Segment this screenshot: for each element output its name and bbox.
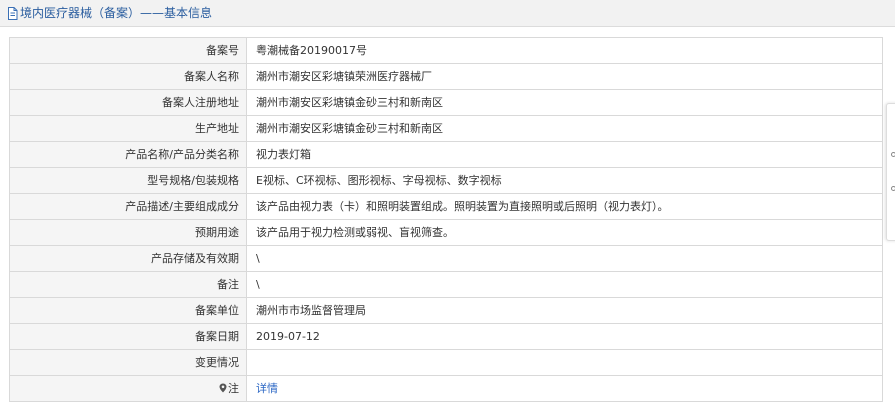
table-row-note: 注 详情: [9, 375, 883, 402]
row-label: 备注: [9, 271, 247, 298]
document-icon: [8, 6, 18, 20]
row-value: 潮州市潮安区彩塘镇金砂三村和新南区: [246, 89, 883, 116]
row-label: 备案号: [9, 37, 247, 64]
row-label: 变更情况: [9, 349, 247, 376]
row-value: E视标、C环视标、图形视标、字母视标、数字视标: [246, 167, 883, 194]
page-title: 境内医疗器械（备案）——基本信息: [20, 6, 213, 20]
details-link[interactable]: 详情: [256, 382, 278, 395]
row-label: 产品名称/产品分类名称: [9, 141, 247, 168]
table-row: 备案单位 潮州市市场监督管理局: [9, 297, 883, 324]
row-label: 备案人注册地址: [9, 89, 247, 116]
row-label: 备案人名称: [9, 63, 247, 90]
record-info-table: 备案号 粤潮械备20190017号 备案人名称 潮州市潮安区彩塘镇荣洲医疗器械厂…: [9, 37, 883, 402]
row-value: 视力表灯箱: [246, 141, 883, 168]
row-value: \: [246, 271, 883, 298]
row-value: 2019-07-12: [246, 323, 883, 350]
side-panel-icon: [891, 186, 895, 191]
table-row: 变更情况: [9, 349, 883, 376]
table-row: 产品存储及有效期 \: [9, 245, 883, 272]
table-row: 型号规格/包装规格 E视标、C环视标、图形视标、字母视标、数字视标: [9, 167, 883, 194]
note-label-cell: 注: [9, 375, 247, 402]
table-row: 备案日期 2019-07-12: [9, 323, 883, 350]
table-row: 生产地址 潮州市潮安区彩塘镇金砂三村和新南区: [9, 115, 883, 142]
side-panel-icon: [891, 152, 895, 157]
note-value-cell: 详情: [246, 375, 883, 402]
row-value: [246, 349, 883, 376]
row-label: 型号规格/包装规格: [9, 167, 247, 194]
table-row: 预期用途 该产品用于视力检测或弱视、盲视筛查。: [9, 219, 883, 246]
row-value: 潮州市潮安区彩塘镇荣洲医疗器械厂: [246, 63, 883, 90]
row-value: 该产品由视力表（卡）和照明装置组成。照明装置为直接照明或后照明（视力表灯）。: [246, 193, 883, 220]
note-label: 注: [228, 382, 239, 395]
row-value: 潮州市市场监督管理局: [246, 297, 883, 324]
table-row: 产品名称/产品分类名称 视力表灯箱: [9, 141, 883, 168]
side-float-panel[interactable]: [886, 103, 895, 241]
pin-icon: [219, 383, 227, 393]
table-row: 备案人名称 潮州市潮安区彩塘镇荣洲医疗器械厂: [9, 63, 883, 90]
row-value: 粤潮械备20190017号: [246, 37, 883, 64]
row-value: \: [246, 245, 883, 272]
row-label: 生产地址: [9, 115, 247, 142]
table-row: 备案号 粤潮械备20190017号: [9, 37, 883, 64]
row-label: 备案日期: [9, 323, 247, 350]
row-label: 产品存储及有效期: [9, 245, 247, 272]
table-row: 备注 \: [9, 271, 883, 298]
table-row: 产品描述/主要组成成分 该产品由视力表（卡）和照明装置组成。照明装置为直接照明或…: [9, 193, 883, 220]
row-label: 备案单位: [9, 297, 247, 324]
row-value: 该产品用于视力检测或弱视、盲视筛查。: [246, 219, 883, 246]
page-header: 境内医疗器械（备案）——基本信息: [0, 0, 895, 27]
table-row: 备案人注册地址 潮州市潮安区彩塘镇金砂三村和新南区: [9, 89, 883, 116]
header-title-group: 境内医疗器械（备案）——基本信息: [7, 6, 212, 20]
row-label: 预期用途: [9, 219, 247, 246]
row-label: 产品描述/主要组成成分: [9, 193, 247, 220]
row-value: 潮州市潮安区彩塘镇金砂三村和新南区: [246, 115, 883, 142]
